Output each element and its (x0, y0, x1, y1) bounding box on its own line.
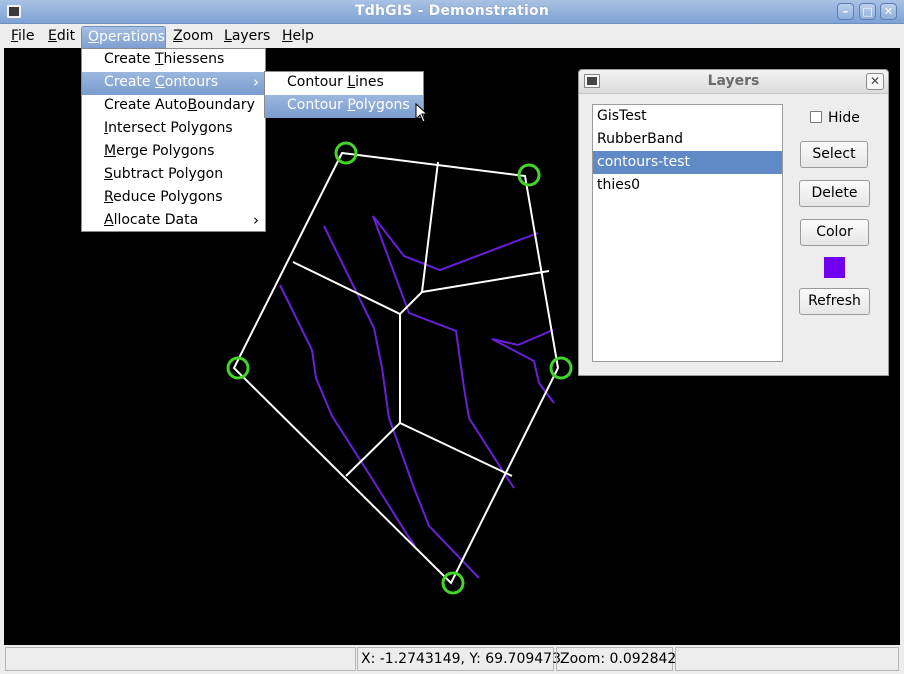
contours-submenu: Contour Lines Contour Polygons (264, 71, 424, 118)
status-coordinates: X: -1.2743149, Y: 69.709473 (357, 647, 561, 671)
delete-button[interactable]: Delete (799, 180, 870, 207)
operations-menu: Create Thiessens Create Contours › Create… (81, 48, 266, 232)
contour-line (279, 284, 416, 547)
menu-operations[interactable]: Operations (81, 26, 166, 48)
menu-bar: File Edit Operations Zoom Layers Help (0, 24, 904, 48)
menu-item-contour-polygons[interactable]: Contour Polygons (265, 95, 423, 118)
layers-close-button[interactable]: ✕ (866, 73, 884, 90)
select-button[interactable]: Select (800, 141, 868, 168)
thiessen-edge (292, 161, 439, 316)
menu-item-allocate-data[interactable]: Allocate Data › (82, 210, 265, 233)
color-button[interactable]: Color (800, 219, 869, 246)
menu-item-create-autoboundary[interactable]: Create AutoBoundary (82, 95, 265, 118)
layer-item-rubberband[interactable]: RubberBand (593, 128, 782, 151)
menu-layers[interactable]: Layers (218, 26, 276, 48)
close-button[interactable]: ✕ (880, 3, 897, 20)
layer-color-swatch (824, 257, 845, 278)
thiessen-edge (421, 270, 550, 293)
menu-item-merge-polygons[interactable]: Merge Polygons (82, 141, 265, 164)
menu-item-contour-lines[interactable]: Contour Lines (265, 72, 423, 95)
submenu-arrow-icon: › (253, 211, 259, 229)
layer-item-contours-test[interactable]: contours-test (593, 151, 782, 174)
submenu-arrow-icon: › (253, 73, 259, 91)
data-point-marker[interactable] (441, 571, 465, 595)
status-zoom: Zoom: 0.092842 (556, 647, 676, 671)
status-message (5, 647, 356, 671)
contour-line (372, 215, 515, 489)
menu-item-reduce-polygons[interactable]: Reduce Polygons (82, 187, 265, 210)
layer-item-gistest[interactable]: GisTest (593, 105, 782, 128)
menu-zoom[interactable]: Zoom (167, 26, 219, 48)
thiessen-edge (399, 422, 513, 477)
maximize-button[interactable]: □ (859, 3, 876, 20)
data-point-marker[interactable] (549, 356, 573, 380)
hide-checkbox[interactable] (810, 111, 822, 123)
layer-list[interactable]: GisTest RubberBand contours-test thies0 (592, 104, 783, 362)
menu-edit[interactable]: Edit (42, 26, 81, 48)
title-bar: TdhGIS - Demonstration – □ ✕ (0, 0, 904, 24)
menu-item-subtract-polygon[interactable]: Subtract Polygon (82, 164, 265, 187)
menu-item-create-contours[interactable]: Create Contours › (82, 72, 265, 95)
hide-label: Hide (828, 110, 860, 126)
menu-help[interactable]: Help (276, 26, 320, 48)
minimize-button[interactable]: – (837, 3, 854, 20)
mouse-cursor-icon (415, 103, 429, 123)
layer-item-thies0[interactable]: thies0 (593, 174, 782, 197)
contour-line (372, 215, 539, 272)
menu-file[interactable]: File (5, 26, 40, 48)
layers-window-title-bar[interactable]: Layers ✕ (579, 70, 888, 94)
layers-window-title: Layers (707, 73, 760, 89)
hide-checkbox-row[interactable]: Hide (810, 110, 860, 128)
status-extra (675, 647, 899, 671)
layers-window: Layers ✕ GisTest RubberBand contours-tes… (578, 69, 889, 376)
window-title: TdhGIS - Demonstration (354, 3, 550, 19)
menu-item-intersect-polygons[interactable]: Intersect Polygons (82, 118, 265, 141)
status-bar: X: -1.2743149, Y: 69.709473 Zoom: 0.0928… (0, 645, 904, 674)
refresh-button[interactable]: Refresh (799, 288, 870, 315)
menu-item-create-thiessens[interactable]: Create Thiessens (82, 49, 265, 72)
